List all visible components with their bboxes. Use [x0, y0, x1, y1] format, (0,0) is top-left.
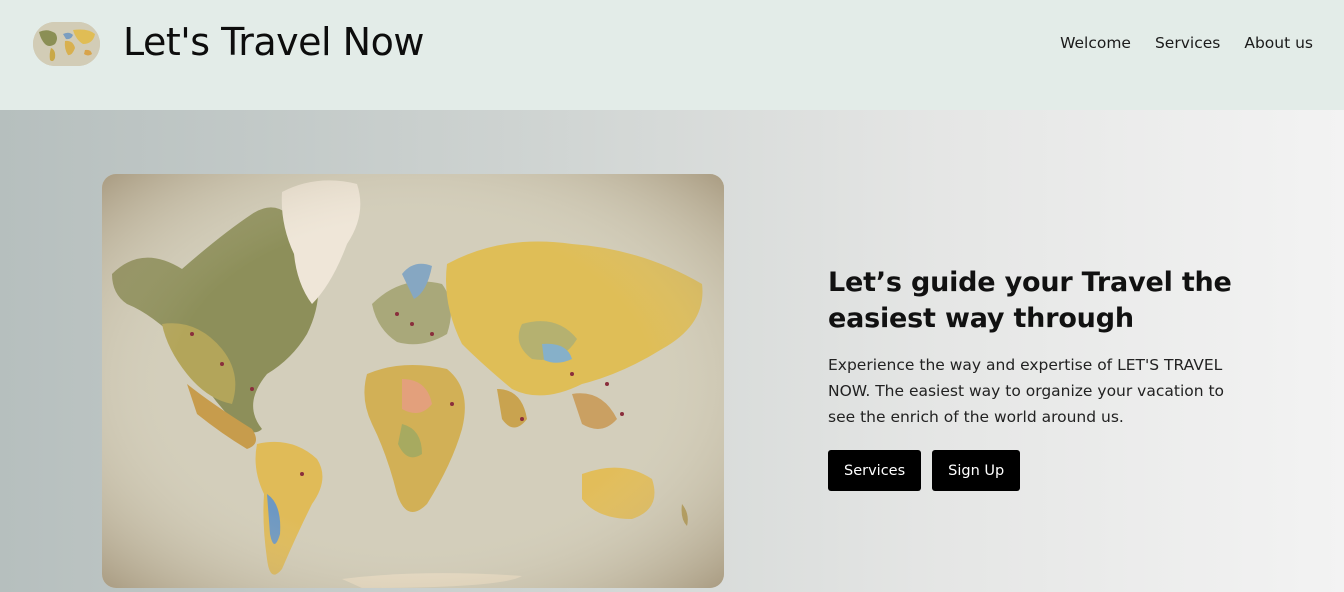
hero-map-image	[102, 174, 724, 588]
nav-welcome[interactable]: Welcome	[1060, 34, 1131, 52]
hero-headline: Let’s guide your Travel the easiest way …	[828, 267, 1232, 334]
hero-copy: Let’s guide your Travel the easiest way …	[828, 265, 1248, 491]
world-map-graphic	[102, 174, 724, 588]
nav-about-us[interactable]: About us	[1244, 34, 1313, 52]
nav-services[interactable]: Services	[1155, 34, 1220, 52]
main-nav: Welcome Services About us	[1060, 34, 1313, 52]
logo-map-graphic	[33, 22, 100, 66]
site-header: Let's Travel Now Welcome Services About …	[0, 0, 1344, 110]
services-button[interactable]: Services	[828, 450, 922, 491]
hero-buttons: Services Sign Up	[828, 450, 1248, 491]
hero-section: Let’s guide your Travel the easiest way …	[0, 110, 1344, 592]
logo-image[interactable]	[33, 22, 100, 66]
brand-title: Let's Travel Now	[123, 20, 424, 64]
hero-description: Experience the way and expertise of LET'…	[828, 356, 1225, 426]
sign-up-button[interactable]: Sign Up	[932, 450, 1021, 491]
